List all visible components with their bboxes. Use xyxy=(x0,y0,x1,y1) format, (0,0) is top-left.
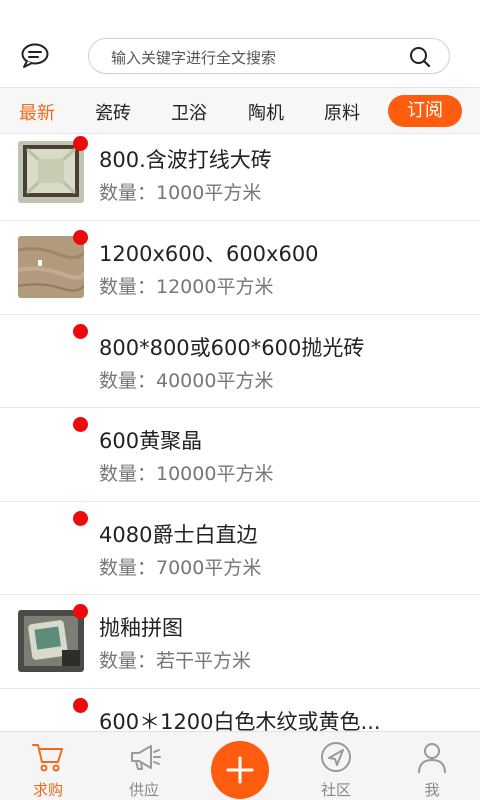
bottom-nav: 求购 供应 社区 我 xyxy=(0,731,480,800)
unread-dot xyxy=(73,136,88,151)
list-item[interactable]: 600＊1200白色木纹或黄色... xyxy=(0,688,480,732)
tab-ceramic-machinery[interactable]: 陶机 xyxy=(248,99,284,125)
nav-buy[interactable]: 求购 xyxy=(0,732,96,800)
cart-icon xyxy=(32,744,63,772)
nav-label: 社区 xyxy=(320,781,351,799)
unread-dot xyxy=(73,697,88,713)
purchase-list: 800.含波打线大砖 数量：1000平方米 1200x600、600x600 数… xyxy=(0,135,480,731)
publish-button[interactable] xyxy=(211,741,269,799)
tab-sanitary[interactable]: 卫浴 xyxy=(171,99,207,125)
search-input[interactable]: 输入关键字进行全文搜索 xyxy=(111,47,276,68)
plus-icon xyxy=(226,756,254,784)
item-title: 800*800或600*600抛光砖 xyxy=(99,335,365,360)
user-icon xyxy=(418,743,446,774)
list-item[interactable]: 800.含波打线大砖 数量：1000平方米 xyxy=(0,135,480,221)
category-tabs: 最新 瓷砖 卫浴 陶机 原料 订阅 xyxy=(0,88,480,134)
item-title: 600黄聚晶 xyxy=(99,429,203,453)
nav-label: 我 xyxy=(424,781,440,799)
nav-label: 求购 xyxy=(32,781,63,799)
tab-raw-materials[interactable]: 原料 xyxy=(324,99,360,125)
item-thumbnail xyxy=(18,141,84,203)
app-screen: 输入关键字进行全文搜索 最新 瓷砖 卫浴 陶机 原料 订阅 800.含波打线大砖… xyxy=(0,0,480,800)
list-item[interactable]: 800*800或600*600抛光砖 数量：40000平方米 xyxy=(0,314,480,408)
unread-dot xyxy=(73,604,88,619)
tab-latest[interactable]: 最新 xyxy=(19,99,55,125)
unread-dot xyxy=(73,230,88,245)
list-item[interactable]: 1200x600、600x600 数量：12000平方米 xyxy=(0,221,480,315)
compass-icon xyxy=(321,742,351,772)
tab-tiles[interactable]: 瓷砖 xyxy=(95,99,131,125)
item-title: 抛釉拼图 xyxy=(99,616,183,640)
nav-supply[interactable]: 供应 xyxy=(96,732,192,800)
nav-label: 供应 xyxy=(128,781,159,799)
item-thumbnail xyxy=(18,236,84,298)
item-title: 800.含波打线大砖 xyxy=(99,148,272,172)
megaphone-icon xyxy=(131,745,161,770)
search-bar[interactable]: 输入关键字进行全文搜索 xyxy=(88,38,450,74)
subscribe-button[interactable]: 订阅 xyxy=(388,95,462,127)
item-title: 600＊1200白色木纹或黄色... xyxy=(99,709,381,732)
unread-dot xyxy=(73,510,88,526)
item-quantity: 数量：40000平方米 xyxy=(99,369,274,392)
unread-dot xyxy=(73,323,88,339)
unread-dot xyxy=(73,417,88,432)
item-title: 4080爵士白直边 xyxy=(99,522,258,547)
top-header: 输入关键字进行全文搜索 xyxy=(0,0,480,88)
item-quantity: 数量：若干平方米 xyxy=(99,650,252,672)
list-item[interactable]: 600黄聚晶 数量：10000平方米 xyxy=(0,408,480,502)
item-title: 1200x600、600x600 xyxy=(99,242,319,266)
item-thumbnail xyxy=(18,610,84,672)
nav-me[interactable]: 我 xyxy=(384,732,480,800)
list-item[interactable]: 抛釉拼图 数量：若干平方米 xyxy=(0,595,480,689)
list-item[interactable]: 4080爵士白直边 数量：7000平方米 xyxy=(0,501,480,595)
item-quantity: 数量：7000平方米 xyxy=(99,556,262,579)
message-icon[interactable] xyxy=(20,42,52,70)
item-quantity: 数量：12000平方米 xyxy=(99,276,274,298)
search-icon[interactable] xyxy=(409,46,431,68)
nav-community[interactable]: 社区 xyxy=(288,732,384,800)
item-quantity: 数量：10000平方米 xyxy=(99,463,274,485)
item-quantity: 数量：1000平方米 xyxy=(99,182,262,204)
